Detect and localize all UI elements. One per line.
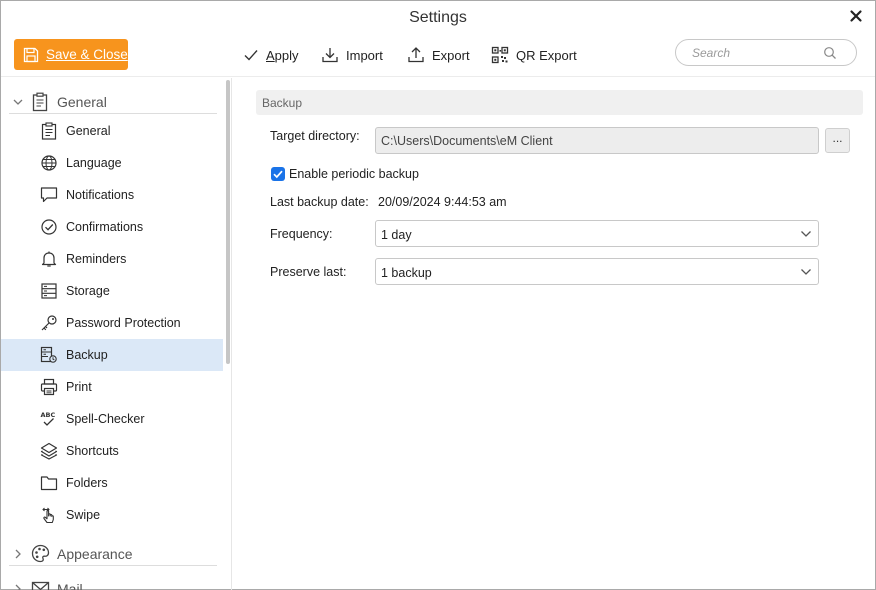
preserve-last-label: Preserve last:: [270, 265, 347, 279]
sidebar-item-spell-checker[interactable]: ABC Spell-Checker: [1, 403, 223, 435]
window-title: Settings: [409, 9, 467, 26]
palette-icon: [31, 544, 50, 563]
sidebar-item-label: Confirmations: [66, 220, 144, 234]
preserve-last-value: 1 backup: [381, 266, 432, 280]
envelope-icon: [31, 581, 50, 590]
check-circle-icon: [41, 219, 57, 235]
target-directory-label: Target directory:: [270, 129, 360, 143]
enable-periodic-backup-checkbox[interactable]: [271, 167, 285, 181]
swipe-hand-icon: [42, 507, 54, 524]
section-header: Backup: [256, 90, 863, 115]
speech-bubble-icon: [40, 187, 58, 203]
sidebar-item-label: Backup: [66, 348, 108, 362]
layers-icon: [40, 442, 58, 460]
apply-button[interactable]: Apply: [243, 45, 299, 65]
search-input[interactable]: [692, 44, 822, 61]
sidebar-item-notifications[interactable]: Notifications: [1, 179, 223, 211]
sidebar-group-label: Appearance: [57, 546, 133, 562]
close-icon: [850, 10, 862, 22]
preserve-last-select[interactable]: 1 backup: [375, 258, 819, 285]
backup-settings-panel: Backup Target directory: C:\Users\Docume…: [233, 78, 875, 590]
search-box[interactable]: [675, 39, 857, 66]
enable-periodic-backup-label[interactable]: Enable periodic backup: [289, 167, 419, 181]
sidebar-item-label: Storage: [66, 284, 110, 298]
chevron-right-icon: [15, 584, 21, 590]
sidebar-item-storage[interactable]: Storage: [1, 275, 223, 307]
folder-icon: [40, 476, 58, 491]
svg-text:ABC: ABC: [41, 411, 56, 419]
clipboard-icon: [41, 122, 57, 140]
chevron-down-icon: [801, 231, 811, 237]
chevron-right-icon: [15, 549, 21, 559]
frequency-value: 1 day: [381, 228, 412, 242]
sidebar-item-general[interactable]: General: [1, 115, 223, 147]
export-icon: [408, 47, 424, 63]
target-directory-value: C:\Users\Documents\eM Client: [381, 134, 553, 148]
title-bar: Settings: [1, 1, 875, 35]
close-button[interactable]: [847, 7, 865, 25]
spell-check-icon: ABC: [41, 411, 56, 426]
qr-export-button[interactable]: QR Export: [491, 45, 577, 65]
import-button[interactable]: Import: [321, 45, 383, 65]
checkmark-icon: [244, 50, 258, 61]
sidebar-item-label: Reminders: [66, 252, 127, 266]
sidebar-scrollbar[interactable]: [226, 80, 230, 364]
frequency-select[interactable]: 1 day: [375, 220, 819, 247]
last-backup-date-value: 20/09/2024 9:44:53 am: [378, 195, 507, 209]
import-icon: [322, 48, 338, 63]
sidebar-divider: [9, 565, 217, 566]
sidebar-divider: [9, 113, 217, 114]
clipboard-icon: [32, 92, 48, 112]
globe-icon: [41, 155, 57, 171]
sidebar-item-reminders[interactable]: Reminders: [1, 243, 223, 275]
save-close-label: Save & Close: [46, 47, 128, 62]
import-label: Import: [346, 47, 383, 63]
sidebar-group-mail[interactable]: Mail: [1, 577, 223, 590]
sidebar-item-label: Print: [66, 380, 92, 394]
sidebar-item-label: General: [66, 124, 111, 138]
sidebar-item-confirmations[interactable]: Confirmations: [1, 211, 223, 243]
bell-icon: [41, 251, 57, 267]
target-directory-field[interactable]: C:\Users\Documents\eM Client: [375, 127, 819, 154]
section-title: Backup: [262, 96, 303, 110]
save-icon: [23, 47, 39, 62]
sidebar-item-label: Swipe: [66, 508, 101, 522]
sidebar-item-label: Shortcuts: [66, 444, 119, 458]
sidebar-group-appearance[interactable]: Appearance: [1, 542, 223, 566]
frequency-label: Frequency:: [270, 227, 333, 241]
chevron-down-icon: [13, 99, 23, 105]
sidebar-item-folders[interactable]: Folders: [1, 467, 223, 499]
sidebar-item-print[interactable]: Print: [1, 371, 223, 403]
sidebar-item-label: Language: [66, 156, 122, 170]
sidebar-group-label: General: [57, 94, 107, 110]
printer-icon: [40, 378, 58, 396]
sidebar-group-general[interactable]: General: [1, 90, 223, 114]
toolbar: Save & Close Apply Import Export QR Expo…: [1, 35, 875, 77]
apply-label: Apply: [266, 47, 299, 63]
sidebar-group-label: Mail: [57, 581, 83, 590]
backup-icon: [40, 346, 57, 363]
export-label: Export: [432, 47, 470, 63]
save-close-button[interactable]: Save & Close: [14, 39, 128, 70]
sidebar: General General Language Notifications C…: [1, 78, 232, 590]
qr-export-label: QR Export: [516, 47, 577, 63]
storage-icon: [41, 283, 57, 299]
last-backup-date-label: Last backup date:: [270, 195, 369, 209]
sidebar-item-label: Spell-Checker: [66, 412, 145, 426]
sidebar-item-language[interactable]: Language: [1, 147, 223, 179]
checkmark-icon: [273, 170, 283, 179]
export-button[interactable]: Export: [407, 45, 470, 65]
sidebar-item-swipe[interactable]: Swipe: [1, 499, 223, 531]
sidebar-item-shortcuts[interactable]: Shortcuts: [1, 435, 223, 467]
sidebar-item-backup[interactable]: Backup: [1, 339, 223, 371]
sidebar-item-label: Folders: [66, 476, 108, 490]
browse-button[interactable]: ...: [825, 128, 850, 153]
qr-code-icon: [491, 46, 509, 64]
key-icon: [41, 315, 57, 331]
chevron-down-icon: [801, 269, 811, 275]
sidebar-item-password-protection[interactable]: Password Protection: [1, 307, 223, 339]
sidebar-item-label: Password Protection: [66, 316, 181, 330]
sidebar-item-label: Notifications: [66, 188, 135, 202]
search-icon[interactable]: [823, 46, 837, 60]
